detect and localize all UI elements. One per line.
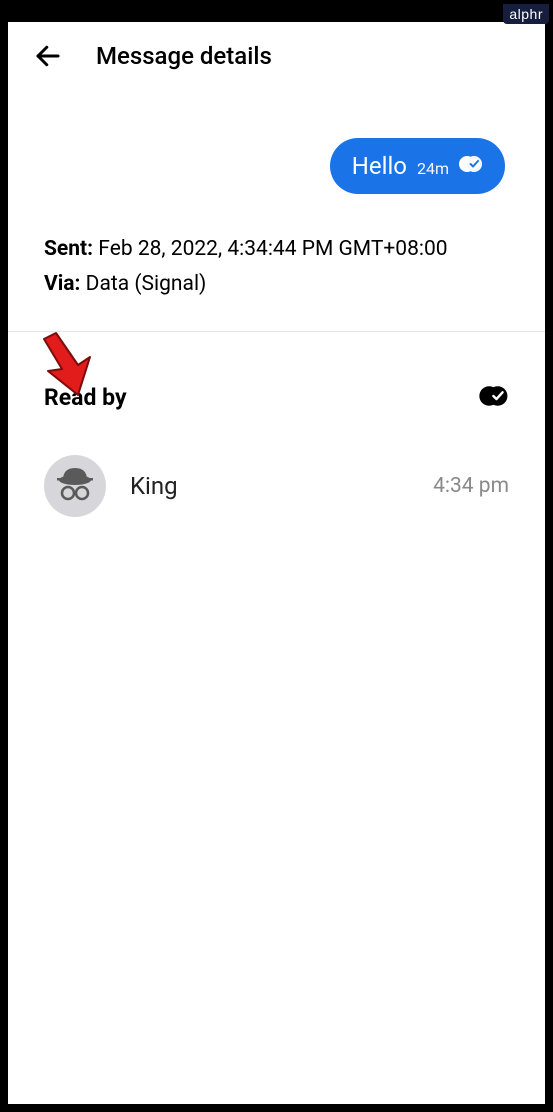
sent-label: Sent: [44,237,93,261]
read-receipt-icon [459,155,483,177]
via-row: Via: Data (Signal) [44,267,509,302]
sent-value: Feb 28, 2022, 4:34:44 PM GMT+08:00 [98,237,447,261]
readby-heading: Read by [44,384,127,411]
avatar [44,455,106,517]
reader-time: 4:34 pm [433,474,509,498]
message-bubble[interactable]: Hello 24m [330,138,505,194]
read-receipt-icon [479,385,509,411]
message-text: Hello [352,152,407,180]
reader-name: King [130,472,409,500]
app-screen: Message details Hello 24m Se [8,22,545,1104]
watermark-badge: alphr [503,4,549,24]
message-metadata: Sent: Feb 28, 2022, 4:34:44 PM GMT+08:00… [8,214,545,331]
via-value: Data (Signal) [86,272,207,296]
sent-row: Sent: Feb 28, 2022, 4:34:44 PM GMT+08:00 [44,232,509,267]
anonymous-avatar-icon [51,462,99,510]
page-title: Message details [96,42,272,70]
via-label: Via: [44,272,80,296]
readby-header: Read by [8,384,545,411]
section-divider [8,331,545,332]
reader-row[interactable]: King 4:34 pm [8,411,545,561]
message-container: Hello 24m [8,90,545,214]
message-relative-time: 24m [417,159,449,178]
back-button[interactable] [32,40,64,72]
header-bar: Message details [8,22,545,90]
back-arrow-icon [33,41,63,71]
